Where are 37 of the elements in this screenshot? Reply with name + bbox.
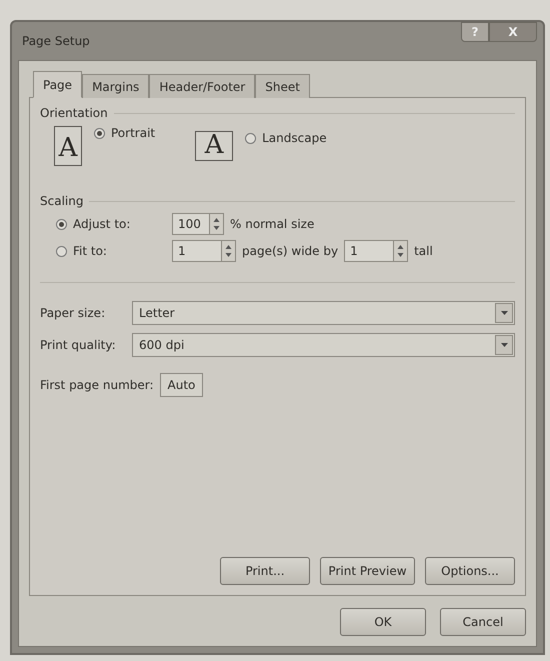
spin-button[interactable] [210, 213, 224, 235]
tab[interactable]: Header/Footer [149, 74, 256, 98]
print-quality-dropdown[interactable]: 600 dpi [132, 333, 515, 357]
field-label: Paper size: [40, 306, 106, 320]
radio-button[interactable]: Portrait [94, 126, 156, 140]
number-field[interactable]: 1 [344, 240, 394, 262]
number-field[interactable]: 1 [172, 240, 222, 262]
caret-icon [500, 342, 508, 348]
radio-button[interactable]: Fit to: [56, 244, 107, 258]
dropdown-button[interactable] [495, 303, 513, 323]
field-label: page(s) wide by [242, 244, 338, 258]
group-label: Scaling [40, 194, 84, 208]
caret-icon [500, 310, 508, 316]
page-icon: A [54, 126, 82, 166]
cancel-button[interactable]: Cancel [440, 608, 526, 636]
page-icon: A [195, 131, 234, 161]
spin-button[interactable] [394, 240, 408, 262]
dropdown-button[interactable] [495, 335, 513, 355]
options-button[interactable]: Options... [425, 557, 515, 585]
tab[interactable]: Margins [82, 74, 150, 98]
field-label: tall [414, 244, 433, 258]
window-title: Page Setup [22, 34, 90, 48]
field-label: Print quality: [40, 338, 117, 352]
ok-button[interactable]: OK [340, 608, 426, 636]
print-preview-button[interactable]: Print Preview [320, 557, 415, 585]
radio-button[interactable]: Adjust to: [56, 217, 130, 231]
first-page-number-field[interactable]: Auto [160, 373, 204, 397]
paper-size-dropdown[interactable]: Letter [132, 301, 515, 325]
spin-button[interactable] [222, 240, 236, 262]
tab[interactable]: Page [33, 71, 82, 98]
field-label: First page number: [40, 378, 154, 392]
field-label: % normal size [230, 217, 314, 231]
print-button[interactable]: Print... [220, 557, 310, 585]
radio-button[interactable]: Landscape [245, 131, 327, 145]
number-field[interactable]: 100 [172, 213, 210, 235]
group-label: Orientation [40, 106, 108, 120]
tab[interactable]: Sheet [255, 74, 310, 98]
